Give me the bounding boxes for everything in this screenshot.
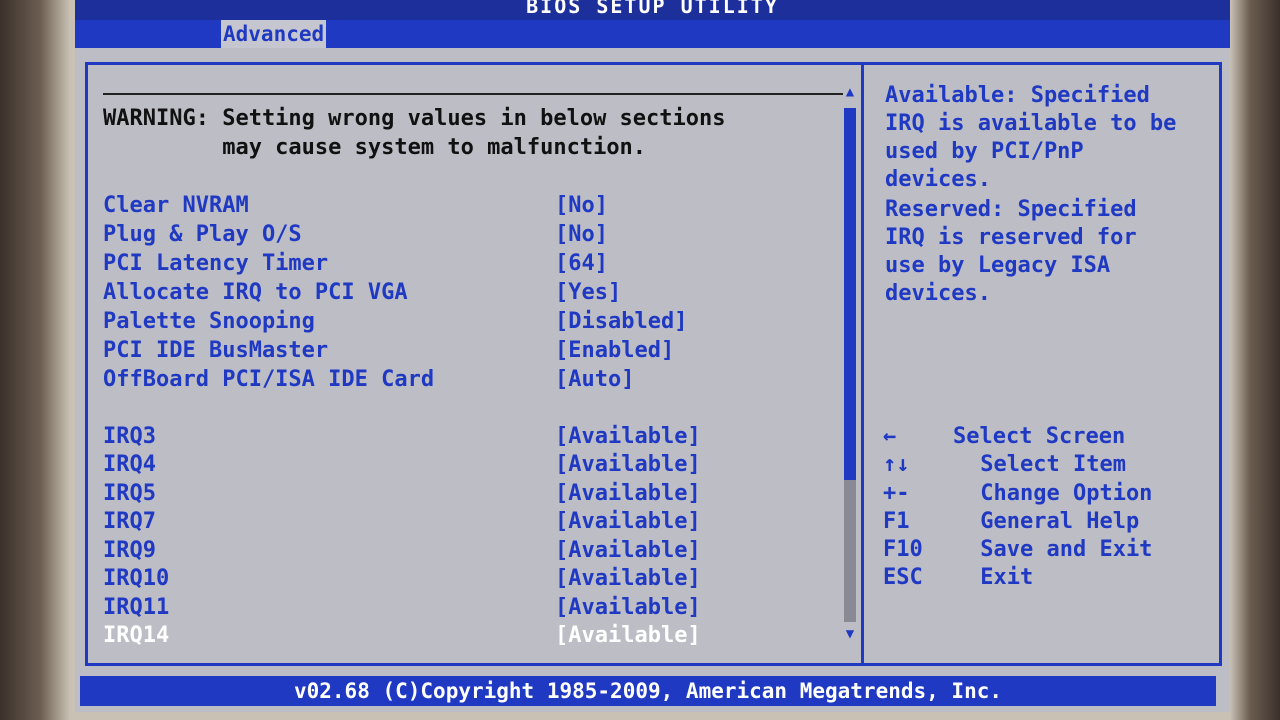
help-text-line: use by Legacy ISA <box>885 253 1111 278</box>
help-text-line: devices. <box>885 167 991 192</box>
copyright-text: v02.68 (C)Copyright 1985-2009, American … <box>293 679 1002 703</box>
divider <box>103 93 845 95</box>
help-text-line: devices. <box>885 281 991 306</box>
setting-label: IRQ10 <box>103 566 170 591</box>
left-arrow-icon: ← <box>883 424 897 449</box>
setting-irq11[interactable]: IRQ11 [Available] <box>103 594 743 622</box>
warning-line-1: WARNING: Setting wrong values in below s… <box>103 106 726 131</box>
setting-value[interactable]: [64] <box>555 250 608 278</box>
setting-offboard-ide-card[interactable]: OffBoard PCI/ISA IDE Card [Auto] <box>103 366 743 394</box>
setting-label: Plug & Play O/S <box>103 222 302 247</box>
key-action: Exit <box>967 565 1034 590</box>
setting-pci-latency-timer[interactable]: PCI Latency Timer [64] <box>103 250 743 278</box>
up-down-arrow-icon: ↑↓ <box>883 452 910 477</box>
setting-label: Palette Snooping <box>103 309 315 334</box>
setting-value[interactable]: [Available] <box>555 565 701 593</box>
setting-value[interactable]: [Available] <box>555 622 701 650</box>
setting-label: IRQ3 <box>103 424 156 449</box>
setting-value[interactable]: [Available] <box>555 480 701 508</box>
key-action: Select Screen <box>953 424 1126 449</box>
setting-label: OffBoard PCI/ISA IDE Card <box>103 367 435 392</box>
setting-label: Clear NVRAM <box>103 193 249 218</box>
setting-irq5[interactable]: IRQ5 [Available] <box>103 480 743 508</box>
scroll-down-arrow-icon[interactable]: ▼ <box>843 626 857 642</box>
setting-plug-and-play[interactable]: Plug & Play O/S [No] <box>103 221 743 249</box>
setting-label: IRQ4 <box>103 452 156 477</box>
setting-irq4[interactable]: IRQ4 [Available] <box>103 451 743 479</box>
setting-label: IRQ5 <box>103 481 156 506</box>
setting-value[interactable]: [Available] <box>555 423 701 451</box>
setting-allocate-irq-vga[interactable]: Allocate IRQ to PCI VGA [Yes] <box>103 279 743 307</box>
setting-label: PCI Latency Timer <box>103 251 329 276</box>
warning-line-2: may cause system to malfunction. <box>103 135 647 160</box>
help-text-line: Available: Specified <box>885 83 1150 108</box>
setting-value[interactable]: [Available] <box>555 508 701 536</box>
setting-label: IRQ7 <box>103 509 156 534</box>
scrollbar-lower-track <box>844 480 856 622</box>
help-text-line: used by PCI/PnP <box>885 139 1084 164</box>
setting-label: IRQ11 <box>103 595 170 620</box>
setting-value[interactable]: [Available] <box>555 537 701 565</box>
setting-irq10[interactable]: IRQ10 [Available] <box>103 565 743 593</box>
setting-pci-ide-busmaster[interactable]: PCI IDE BusMaster [Enabled] <box>103 337 743 365</box>
plus-minus-icon: +- <box>883 481 910 506</box>
help-text-line: IRQ is available to be <box>885 111 1177 136</box>
setting-value[interactable]: [Available] <box>555 594 701 622</box>
setting-label: IRQ9 <box>103 538 156 563</box>
setting-label: Allocate IRQ to PCI VGA <box>103 280 408 305</box>
key-action: Select Item <box>967 452 1126 477</box>
setting-palette-snooping[interactable]: Palette Snooping [Disabled] <box>103 308 743 336</box>
setting-irq14[interactable]: IRQ14 [Available] <box>103 622 743 650</box>
setting-irq7[interactable]: IRQ7 [Available] <box>103 508 743 536</box>
bios-screen: BIOS SETUP UTILITY Advanced WARNING: Set… <box>75 0 1230 712</box>
help-text-line: Reserved: Specified <box>885 197 1137 222</box>
key-label: F10 <box>883 537 923 562</box>
setting-value[interactable]: [No] <box>555 221 608 249</box>
key-label: F1 <box>883 509 910 534</box>
setting-value[interactable]: [Enabled] <box>555 337 674 365</box>
setting-value[interactable]: [Yes] <box>555 279 621 307</box>
key-label: ESC <box>883 565 923 590</box>
scrollbar-thumb[interactable] <box>844 108 856 480</box>
setting-value[interactable]: [Disabled] <box>555 308 687 336</box>
setting-irq9[interactable]: IRQ9 [Available] <box>103 537 743 565</box>
setting-clear-nvram[interactable]: Clear NVRAM [No] <box>103 192 743 220</box>
setting-value[interactable]: [Available] <box>555 451 701 479</box>
setting-label: IRQ14 <box>103 623 170 648</box>
key-action: General Help <box>967 509 1140 534</box>
setting-irq3[interactable]: IRQ3 [Available] <box>103 423 743 451</box>
setting-value[interactable]: [Auto] <box>555 366 634 394</box>
tab-advanced[interactable]: Advanced <box>221 20 327 48</box>
key-action: Change Option <box>967 481 1153 506</box>
setting-value[interactable]: [No] <box>555 192 608 220</box>
setting-label: PCI IDE BusMaster <box>103 338 329 363</box>
help-text-line: IRQ is reserved for <box>885 225 1137 250</box>
page-title: BIOS SETUP UTILITY <box>526 0 779 18</box>
key-action: Save and Exit <box>967 537 1153 562</box>
scroll-up-arrow-icon[interactable]: ▲ <box>843 84 857 100</box>
